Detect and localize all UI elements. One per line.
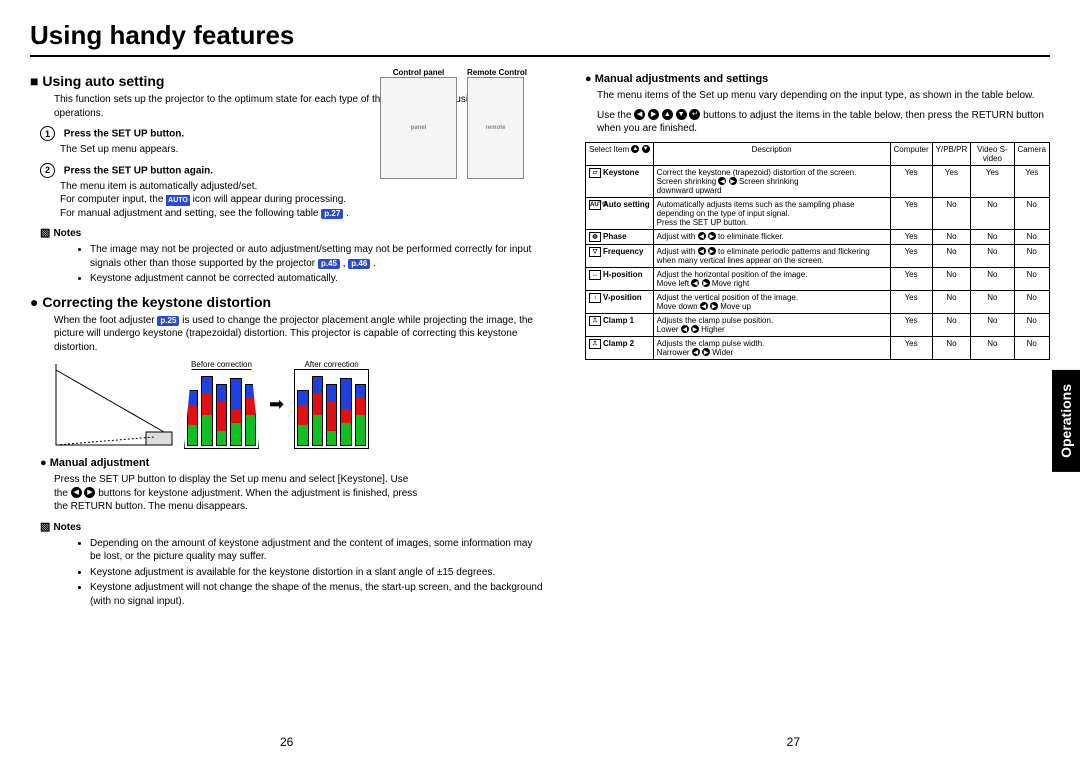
table-row: ⎍Clamp 1Adjusts the clamp pulse position… (586, 313, 1050, 336)
page-ref-27: p.27 (321, 209, 343, 220)
control-panel-diagram: panel (380, 77, 457, 179)
page-title: Using handy features (30, 20, 1050, 57)
chart-before (184, 369, 259, 449)
left-arrow-icon: ◀ (71, 487, 82, 498)
table-row: ⎍Clamp 2Adjusts the clamp pulse width.Na… (586, 336, 1050, 359)
before-label: Before correction (184, 360, 259, 369)
manual-adjustment-body: Press the SET UP button to display the S… (54, 473, 545, 514)
right-arrow-icon: ▶ (84, 487, 95, 498)
page-ref-45: p.45 (318, 259, 340, 270)
page-number-right: 27 (787, 735, 800, 749)
keystone-intro: When the foot adjuster p.25 is used to c… (54, 314, 545, 355)
table-row: ◍PhaseAdjust with ◀ ▶ to eliminate flick… (586, 229, 1050, 244)
after-label: After correction (294, 360, 369, 369)
control-panel-label: Control panel (380, 68, 457, 77)
chart-after (294, 369, 369, 449)
keystone-note-1: Depending on the amount of keystone adju… (90, 537, 545, 564)
step-2-num-icon: 2 (40, 163, 55, 178)
manual-adjustment-heading: Manual adjustment (40, 457, 545, 469)
keystone-notes-heading: Notes (40, 520, 545, 533)
remote-control-diagram: remote (467, 77, 524, 179)
page-ref-46: p.46 (348, 259, 370, 270)
remote-control-label: Remote Control (467, 68, 527, 77)
step-2-body: The menu item is automatically adjusted/… (60, 180, 545, 221)
keystone-notes-list: Depending on the amount of keystone adju… (50, 537, 545, 609)
auto-note-2: Keystone adjustment cannot be corrected … (90, 272, 545, 286)
step-1-num-icon: 1 (40, 126, 55, 141)
keystone-diagram: Before correction ➡ After correction (54, 360, 545, 449)
auto-note-1: The image may not be projected or auto a… (90, 243, 545, 270)
side-tab-operations: Operations (1052, 370, 1080, 472)
auto-notes-list: The image may not be projected or auto a… (50, 243, 545, 286)
arrow-right-icon: ➡ (269, 394, 284, 415)
page-ref-25: p.25 (157, 316, 179, 327)
keystone-heading: Correcting the keystone distortion (30, 294, 545, 310)
table-row: ↔H-positionAdjust the horizontal positio… (586, 267, 1050, 290)
auto-icon: AUTO (166, 195, 190, 206)
page-number-left: 26 (280, 735, 293, 749)
auto-notes-heading: Notes (40, 226, 545, 239)
table-row: ▽FrequencyAdjust with ◀ ▶ to eliminate p… (586, 244, 1050, 267)
table-row: ↕V-positionAdjust the vertical position … (586, 290, 1050, 313)
table-row: AUTOAuto settingAutomatically adjusts it… (586, 197, 1050, 229)
keystone-note-3: Keystone adjustment will not change the … (90, 581, 545, 608)
projector-angle-diagram (54, 362, 174, 447)
keystone-note-2: Keystone adjustment is available for the… (90, 566, 545, 580)
